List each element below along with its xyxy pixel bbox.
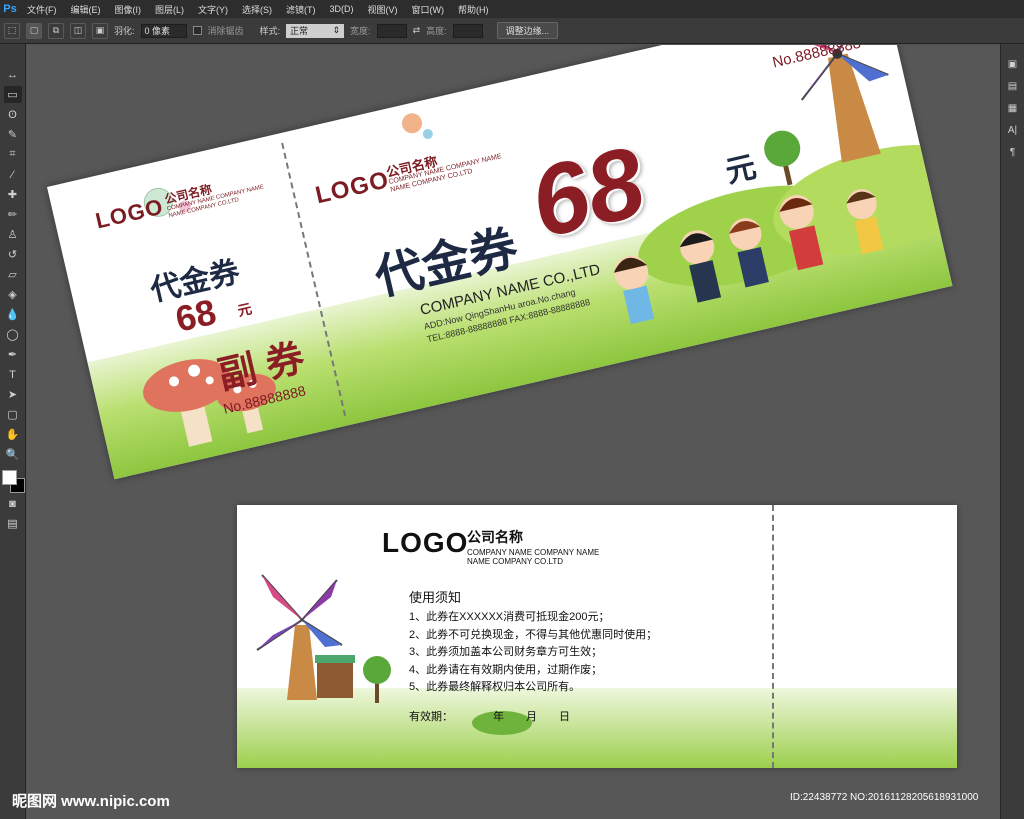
add-selection-icon[interactable]: ⧉ xyxy=(48,22,64,39)
antialias-checkbox[interactable] xyxy=(192,26,202,35)
brush-tool-icon[interactable]: ✏ xyxy=(4,206,22,223)
validity-label: 有效期： xyxy=(409,711,453,723)
back-logo: LOGO xyxy=(382,527,469,558)
height-label: 高度: xyxy=(426,26,447,36)
menu-bar: Ps 文件(F) 编辑(E) 图像(I) 图层(L) 文字(Y) 选择(S) 滤… xyxy=(0,0,1024,18)
tree-icon xyxy=(363,656,391,703)
history-brush-tool-icon[interactable]: ↺ xyxy=(4,246,22,263)
image-id-watermark: ID:22438772 NO:20161128205618931000 xyxy=(790,792,979,803)
zoom-tool-icon[interactable]: 🔍 xyxy=(4,446,22,463)
back-company-subtitle: COMPANY NAME COMPANY NAME xyxy=(467,548,600,557)
main-voucher-amount: 68 xyxy=(520,125,655,260)
height-input[interactable] xyxy=(452,23,483,38)
path-select-tool-icon[interactable]: ➤ xyxy=(4,386,22,403)
quick-mask-icon[interactable]: ◙ xyxy=(4,495,22,512)
options-bar: ⬚ ▢ ⧉ ◫ ▣ 羽化: 0 像素 消除锯齿 样式: 正常 ⇕ 宽度: ⇄ 高… xyxy=(0,18,1024,44)
width-label: 宽度: xyxy=(350,26,371,36)
photoshop-logo-icon: Ps xyxy=(3,3,17,15)
feather-label: 羽化: xyxy=(114,26,135,36)
list-item: 3、此券须加盖本公司财务章方可生效； xyxy=(409,646,603,658)
swap-dimensions-icon[interactable]: ⇄ xyxy=(413,25,421,36)
new-selection-icon[interactable]: ▢ xyxy=(26,22,42,39)
stub-voucher-amount: 68 xyxy=(171,290,220,340)
move-tool-icon[interactable]: ↔ xyxy=(4,66,22,83)
width-input[interactable] xyxy=(376,23,407,38)
panel-dock: ▣ ▤ ▦ A| ¶ xyxy=(1000,44,1024,819)
list-item: 2、此券不可兑换现金，不得与其他优惠同时使用； xyxy=(409,628,658,641)
menu-layer[interactable]: 图层(L) xyxy=(148,3,191,16)
list-item: 1、此券在XXXXXX消费可抵现金200元； xyxy=(409,611,610,623)
usage-notes-heading: 使用须知 xyxy=(409,590,462,605)
menu-select[interactable]: 选择(S) xyxy=(235,3,279,16)
type-tool-icon[interactable]: T xyxy=(4,366,22,383)
subtract-selection-icon[interactable]: ◫ xyxy=(70,22,86,39)
validity-month: 月 xyxy=(526,711,537,723)
menu-filter[interactable]: 滤镜(T) xyxy=(279,3,323,16)
antialias-label: 消除锯齿 xyxy=(207,26,244,36)
tools-panel: ↔ ▭ ʘ ✎ ⌗ ⁄ ✚ ✏ ♙ ↺ ▱ ◈ 💧 ◯ ✒ T ➤ ▢ ✋ 🔍 … xyxy=(0,44,26,819)
dodge-tool-icon[interactable]: ◯ xyxy=(4,326,22,343)
document-canvas[interactable]: LOGO 公司名称 COMPANY NAME COMPANY NAME NAME… xyxy=(27,45,1000,819)
color-swatches[interactable] xyxy=(1,470,25,493)
main-logo: LOGO xyxy=(312,166,392,210)
eraser-tool-icon[interactable]: ▱ xyxy=(4,266,22,283)
blur-tool-icon[interactable]: 💧 xyxy=(4,306,22,323)
feather-input[interactable]: 0 像素 xyxy=(140,23,187,38)
properties-panel-icon[interactable]: ▦ xyxy=(1005,100,1021,116)
nipic-watermark: 昵图网 www.nipic.com xyxy=(12,793,170,810)
menu-help[interactable]: 帮助(H) xyxy=(451,3,496,16)
refine-edge-button[interactable]: 调整边缘... xyxy=(496,22,559,39)
style-label: 样式: xyxy=(259,26,281,36)
menu-3d[interactable]: 3D(D) xyxy=(323,4,361,14)
menu-type[interactable]: 文字(Y) xyxy=(191,3,235,16)
hand-tool-icon[interactable]: ✋ xyxy=(4,426,22,443)
eyedropper-tool-icon[interactable]: ⁄ xyxy=(4,166,22,183)
intersect-selection-icon[interactable]: ▣ xyxy=(92,22,108,39)
perforation-line xyxy=(772,505,774,768)
usage-rules-list: 1、此券在XXXXXX消费可抵现金200元； 2、此券不可兑换现金，不得与其他优… xyxy=(409,609,657,697)
healing-tool-icon[interactable]: ✚ xyxy=(4,186,22,203)
validity-row: 有效期： 年 月 日 xyxy=(409,708,570,724)
quick-select-tool-icon[interactable]: ✎ xyxy=(4,126,22,143)
crop-tool-icon[interactable]: ⌗ xyxy=(4,146,22,163)
select-arrows-icon: ⇕ xyxy=(332,25,341,35)
layers-panel-icon[interactable]: ▣ xyxy=(1005,56,1021,72)
screen-mode-icon[interactable]: ▤ xyxy=(4,515,22,532)
stub-logo: LOGO xyxy=(93,193,166,234)
style-select-value: 正常 xyxy=(290,26,309,36)
list-item: 5、此券最终解释权归本公司所有。 xyxy=(409,681,581,693)
voucher-front: LOGO 公司名称 COMPANY NAME COMPANY NAME NAME… xyxy=(47,45,953,480)
shape-tool-icon[interactable]: ▢ xyxy=(4,406,22,423)
menu-edit[interactable]: 编辑(E) xyxy=(64,3,108,16)
menu-image[interactable]: 图像(I) xyxy=(108,3,149,16)
validity-year: 年 xyxy=(493,711,504,723)
pen-tool-icon[interactable]: ✒ xyxy=(4,346,22,363)
style-select[interactable]: 正常 ⇕ xyxy=(286,23,345,38)
lasso-tool-icon[interactable]: ʘ xyxy=(4,106,22,123)
marquee-preset-icon[interactable]: ⬚ xyxy=(4,22,20,39)
back-company-name: 公司名称 xyxy=(467,529,523,545)
paragraph-panel-icon[interactable]: ¶ xyxy=(1005,144,1021,160)
history-panel-icon[interactable]: ▤ xyxy=(1005,78,1021,94)
character-panel-icon[interactable]: A| xyxy=(1005,122,1021,138)
menu-window[interactable]: 窗口(W) xyxy=(405,3,452,16)
voucher-back: LOGO 公司名称 COMPANY NAME COMPANY NAME NAME… xyxy=(237,505,957,768)
bubbles-icon xyxy=(402,113,433,139)
paint-bucket-tool-icon[interactable]: ◈ xyxy=(4,286,22,303)
menu-file[interactable]: 文件(F) xyxy=(20,3,64,16)
marquee-tool-icon[interactable]: ▭ xyxy=(3,86,22,103)
menu-view[interactable]: 视图(V) xyxy=(361,3,405,16)
back-company-subtitle: NAME COMPANY CO.LTD xyxy=(467,557,564,566)
foreground-color-swatch[interactable] xyxy=(1,470,17,485)
validity-day: 日 xyxy=(559,711,570,723)
stub-voucher-unit: 元 xyxy=(236,300,254,320)
stamp-tool-icon[interactable]: ♙ xyxy=(4,226,22,243)
list-item: 4、此券请在有效期内使用，过期作废； xyxy=(409,663,603,676)
